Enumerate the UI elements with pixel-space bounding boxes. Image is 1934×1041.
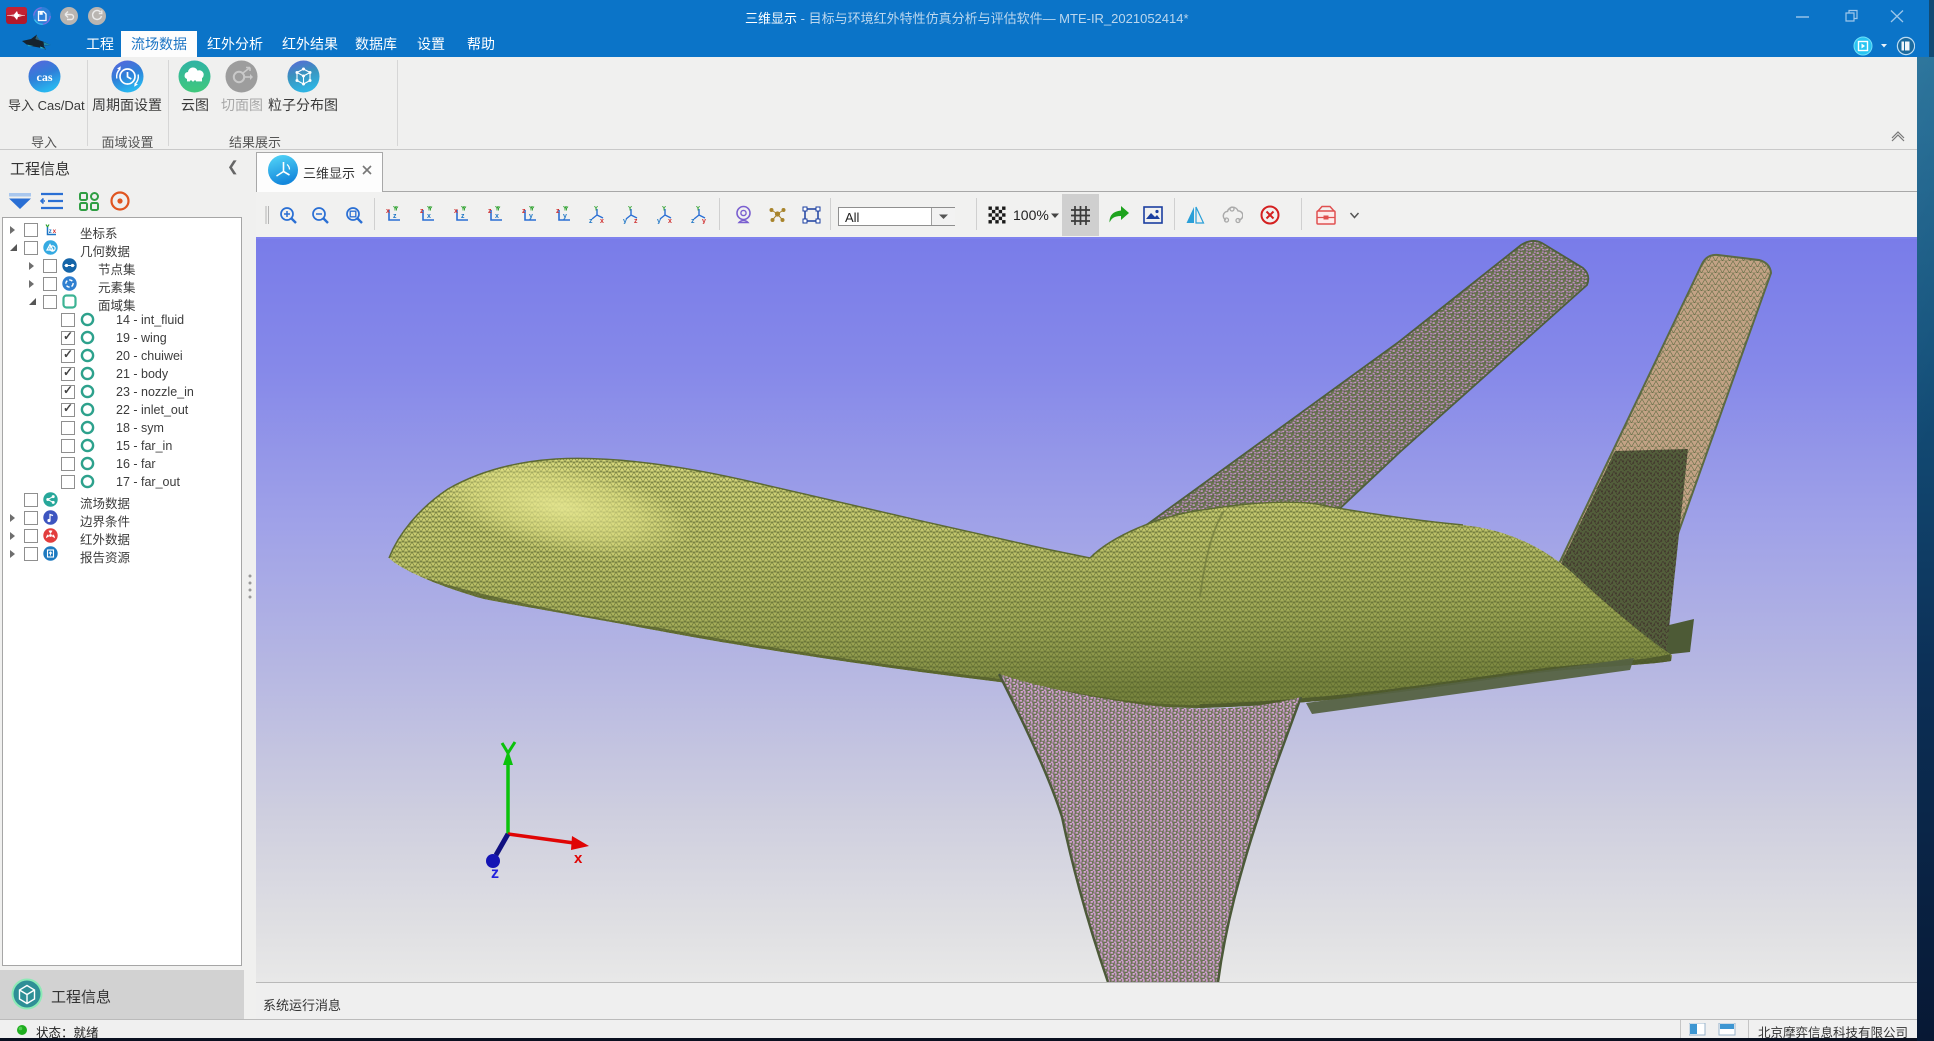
svg-text:cas: cas: [37, 70, 53, 84]
svg-text:z: z: [461, 213, 465, 220]
svg-text:Y: Y: [662, 207, 666, 213]
svg-text:x: x: [53, 229, 57, 235]
svg-text:y: y: [623, 218, 627, 224]
svg-text:z: z: [634, 218, 638, 224]
svg-text:z: z: [589, 218, 593, 224]
svg-text:z: z: [522, 208, 526, 215]
svg-text:x: x: [454, 208, 458, 215]
svg-text:y: y: [657, 218, 661, 224]
svg-text:y: y: [563, 213, 567, 220]
svg-text:z: z: [49, 229, 52, 235]
svg-text:y: y: [529, 213, 533, 220]
svg-text:z: z: [393, 213, 397, 220]
svg-text:Y: Y: [594, 207, 598, 213]
svg-text:x: x: [574, 850, 583, 867]
svg-text:x: x: [600, 218, 604, 224]
svg-text:z: z: [420, 208, 424, 215]
svg-text:Y: Y: [628, 207, 632, 213]
svg-text:x: x: [427, 213, 431, 220]
svg-text:z: z: [556, 208, 560, 215]
svg-text:z: z: [491, 865, 499, 882]
svg-text:z: z: [691, 218, 695, 224]
svg-text:x: x: [668, 218, 672, 224]
svg-text:Y: Y: [696, 207, 700, 213]
svg-text:z: z: [488, 208, 492, 215]
svg-text:x: x: [386, 208, 390, 215]
svg-text:x: x: [495, 213, 499, 220]
svg-text:y: y: [702, 218, 706, 224]
